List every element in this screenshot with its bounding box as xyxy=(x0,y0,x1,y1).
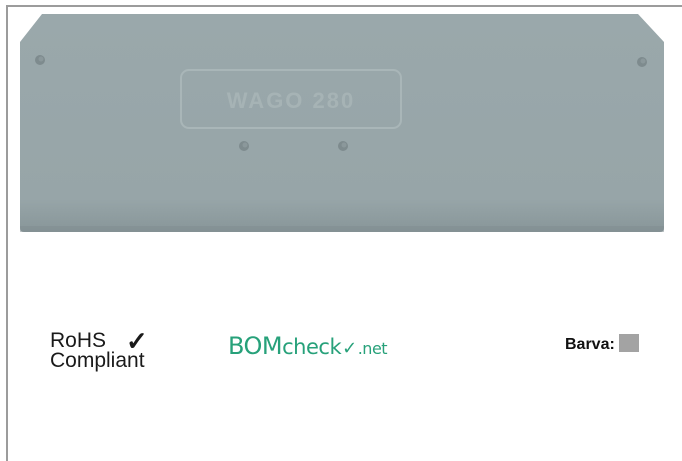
bomcheck-bom-text: BOM xyxy=(228,332,283,360)
end-plate-body xyxy=(20,14,664,232)
frame-left-border xyxy=(6,5,8,461)
check-icon: ✓ xyxy=(126,326,148,356)
embossed-logo-text: WAGO 280 xyxy=(227,88,355,113)
color-swatch xyxy=(618,334,639,352)
color-indicator: Barva: xyxy=(565,334,639,354)
rohs-label: RoHS xyxy=(50,329,107,352)
product-image: WAGO 280 xyxy=(18,14,666,234)
bomcheck-logo: BOM check ✓ .net xyxy=(228,332,388,362)
bomcheck-check-text: check xyxy=(282,335,342,359)
bomcheck-net-text: .net xyxy=(357,339,388,358)
compliant-label: Compliant xyxy=(50,349,145,372)
rohs-compliant-badge: RoHS ✓ Compliant xyxy=(50,326,148,372)
bomcheck-check-icon: ✓ xyxy=(342,338,357,359)
frame-top-border xyxy=(6,5,682,7)
color-label: Barva: xyxy=(565,336,615,353)
